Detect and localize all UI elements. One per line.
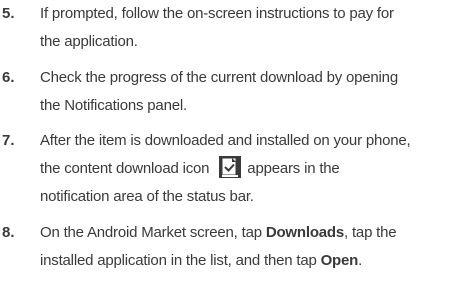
step-line: the application. xyxy=(40,33,138,50)
step-line: After the item is downloaded and install… xyxy=(40,132,411,149)
step-line: notification area of the status bar. xyxy=(40,188,254,205)
step-text: Check the progress of the current downlo… xyxy=(40,64,465,120)
open-label: Open xyxy=(320,252,359,269)
step-number: 6. xyxy=(2,69,15,86)
content-download-icon xyxy=(219,156,242,179)
step-number: 7. xyxy=(2,132,15,149)
step-text-segment: the content download icon xyxy=(40,160,210,177)
step-line: installed application in the list, and t… xyxy=(40,247,465,275)
step-text-segment: . xyxy=(358,252,363,269)
step-number: 5. xyxy=(2,5,15,22)
step-text: On the Android Market screen, tap Downlo… xyxy=(40,219,465,275)
step-number: 8. xyxy=(2,224,15,241)
step-line: Check the progress of the current downlo… xyxy=(40,69,398,86)
step-text-segment: , tap the xyxy=(344,224,397,241)
step-line-with-icon: the content download icon appears in the xyxy=(40,155,465,183)
step-text: If prompted, follow the on-screen instru… xyxy=(40,0,465,56)
step-line: the Notifications panel. xyxy=(40,97,187,114)
downloads-label: Downloads xyxy=(265,224,345,241)
step-line: If prompted, follow the on-screen instru… xyxy=(40,5,394,22)
step-text: After the item is downloaded and install… xyxy=(40,127,465,211)
step-text-segment: installed application in the list, and t… xyxy=(40,252,321,269)
step-line: On the Android Market screen, tap Downlo… xyxy=(40,219,465,247)
step-text-segment: appears in the xyxy=(247,160,340,177)
step-text-segment: On the Android Market screen, tap xyxy=(40,224,266,241)
